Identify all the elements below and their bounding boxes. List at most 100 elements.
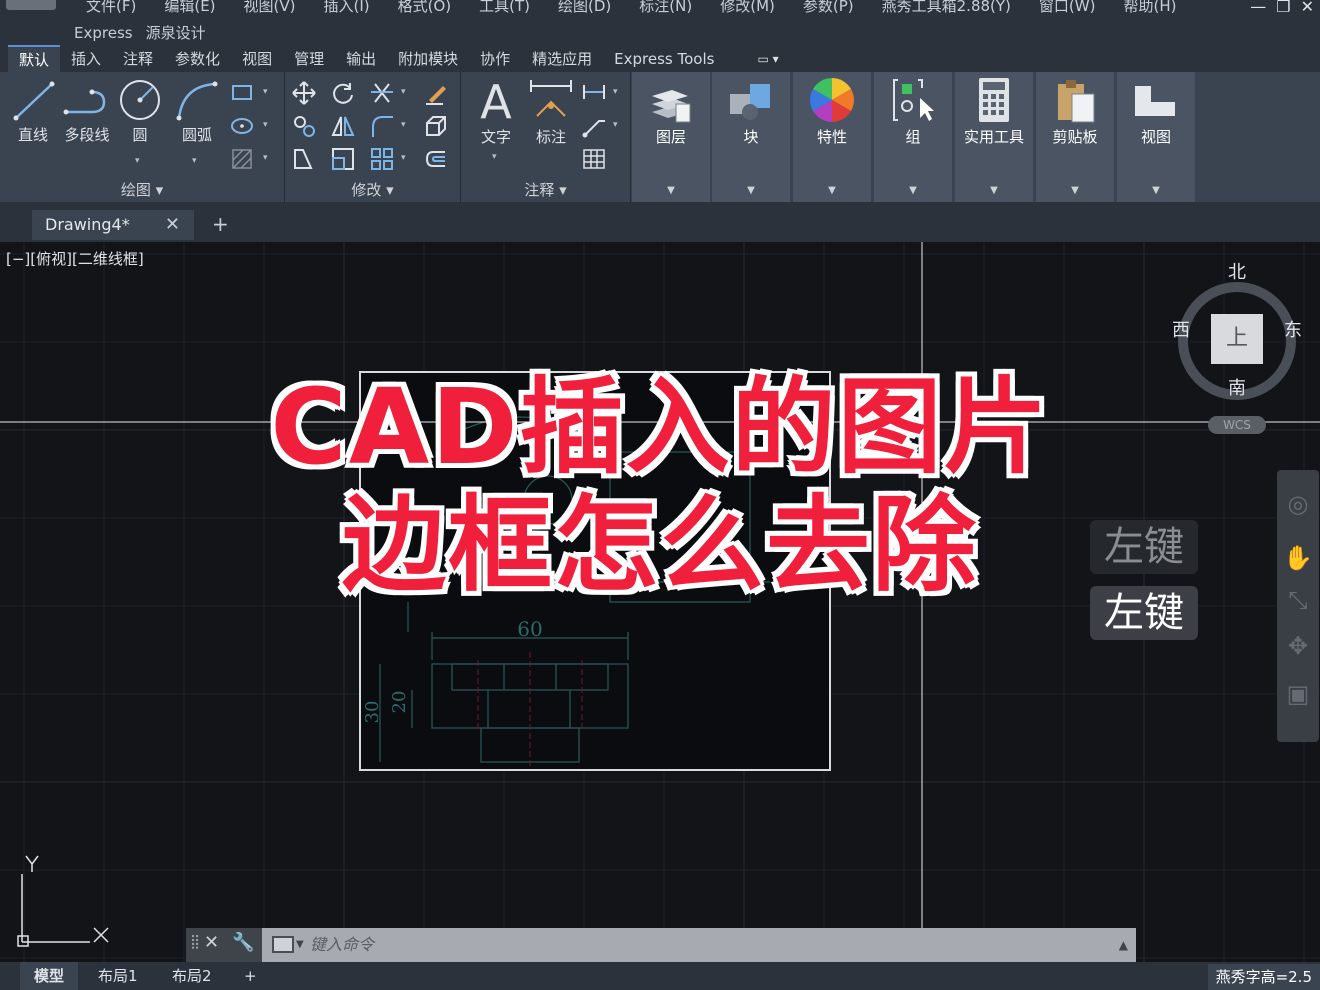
tab-output[interactable]: 输出 — [335, 46, 387, 72]
view-dropdown-icon[interactable]: ▼ — [1117, 185, 1195, 196]
menu-insert[interactable]: 插入(I) — [310, 0, 384, 16]
layers-panel[interactable]: 图层 ▼ — [632, 72, 710, 202]
compass-west[interactable]: 西 — [1172, 316, 1190, 342]
properties-panel[interactable]: 特性 ▼ — [793, 72, 871, 202]
compass-south[interactable]: 南 — [1228, 374, 1246, 400]
steering-wheel-icon[interactable]: ◎ — [1283, 490, 1313, 520]
array-tool[interactable] — [369, 146, 395, 172]
ribbon-toggle-icon[interactable]: ▭ ▾ — [757, 52, 778, 66]
circle-dropdown-icon[interactable]: ▾ — [135, 156, 140, 166]
linear-dim-dropdown-icon[interactable]: ▾ — [613, 87, 618, 97]
menu-file[interactable]: 文件(F) — [72, 0, 150, 16]
document-tab[interactable]: Drawing4* ✕ — [32, 210, 194, 240]
wrench-icon[interactable]: 🔧 — [232, 932, 254, 953]
minimize-icon[interactable]: — — [1250, 0, 1266, 16]
rotate-tool[interactable] — [330, 80, 356, 106]
menu-help[interactable]: 帮助(H) — [1109, 0, 1190, 16]
explode-tool[interactable] — [423, 113, 449, 139]
menu-dimension[interactable]: 标注(N) — [625, 0, 706, 16]
group-dropdown-icon[interactable]: ▼ — [874, 185, 952, 196]
menu-yanxiu-tools[interactable]: 燕秀工具箱2.88(Y) — [868, 0, 1025, 16]
orbit-icon[interactable]: ✥ — [1283, 632, 1313, 662]
tab-annotate[interactable]: 注释 — [112, 46, 164, 72]
layers-dropdown-icon[interactable]: ▼ — [632, 185, 710, 196]
stretch-tool[interactable] — [291, 146, 317, 172]
line-tool[interactable]: 直线 — [12, 78, 55, 145]
tab-default[interactable]: 默认 — [8, 45, 61, 73]
rectangle-dropdown-icon[interactable]: ▾ — [263, 87, 268, 97]
menu-window[interactable]: 窗口(W) — [1025, 0, 1110, 16]
command-history-icon[interactable]: ▲ — [1119, 928, 1128, 962]
arc-dropdown-icon[interactable]: ▾ — [192, 156, 197, 166]
wcs-menu[interactable]: WCS — [1208, 416, 1266, 434]
menu-format[interactable]: 格式(O) — [384, 0, 466, 16]
polyline-tool[interactable]: 多段线 — [60, 78, 114, 145]
copy-tool[interactable] — [291, 113, 317, 139]
ellipse-tool[interactable] — [230, 113, 256, 139]
scale-tool[interactable] — [330, 146, 356, 172]
tab-parametric[interactable]: 参数化 — [164, 46, 231, 72]
tab-featured-apps[interactable]: 精选应用 — [521, 46, 603, 72]
text-dropdown-icon[interactable]: ▾ — [492, 152, 497, 162]
command-close-icon[interactable]: ✕ — [204, 932, 219, 953]
modify-panel-title[interactable]: 修改 ▾ — [285, 179, 460, 200]
menu-parametric[interactable]: 参数(P) — [789, 0, 868, 16]
close-window-icon[interactable]: ✕ — [1301, 0, 1314, 16]
ellipse-dropdown-icon[interactable]: ▾ — [263, 120, 268, 130]
menu-tools[interactable]: 工具(T) — [465, 0, 544, 16]
fillet-tool[interactable] — [369, 113, 395, 139]
rectangle-tool[interactable] — [230, 80, 256, 106]
tab-manage[interactable]: 管理 — [283, 46, 335, 72]
circle-tool[interactable]: 圆 ▾ — [118, 78, 162, 166]
arc-tool[interactable]: 圆弧 ▾ — [172, 78, 222, 166]
trim-dropdown-icon[interactable]: ▾ — [401, 87, 406, 97]
group-panel[interactable]: 组 ▼ — [874, 72, 952, 202]
offset-tool[interactable] — [423, 146, 449, 172]
viewcube-top-face[interactable]: 上 — [1211, 314, 1263, 364]
erase-tool[interactable] — [423, 80, 449, 106]
compass-east[interactable]: 东 — [1284, 316, 1302, 342]
app-logo[interactable] — [6, 0, 56, 10]
menu-express[interactable]: Express — [72, 22, 144, 44]
compass-north[interactable]: 北 — [1228, 258, 1246, 284]
tab-addins[interactable]: 附加模块 — [387, 46, 469, 72]
new-tab-button[interactable]: + — [212, 212, 229, 236]
restore-icon[interactable]: ❐ — [1276, 0, 1290, 16]
leader-tool[interactable] — [581, 113, 607, 139]
leader-dropdown-icon[interactable]: ▾ — [613, 120, 618, 130]
close-tab-icon[interactable]: ✕ — [165, 210, 180, 240]
dimension-tool[interactable]: 标注 — [527, 76, 575, 147]
menu-yuanquan[interactable]: 源泉设计 — [144, 22, 217, 44]
utilities-dropdown-icon[interactable]: ▼ — [955, 185, 1033, 196]
menu-edit[interactable]: 编辑(E) — [150, 0, 229, 16]
menu-draw[interactable]: 绘图(D) — [544, 0, 625, 16]
hatch-tool[interactable] — [230, 146, 256, 172]
utilities-panel[interactable]: 实用工具 ▼ — [955, 72, 1033, 202]
grip-icon[interactable]: ⣿ — [190, 934, 200, 950]
showmotion-icon[interactable]: ▣ — [1283, 680, 1313, 710]
fillet-dropdown-icon[interactable]: ▾ — [401, 120, 406, 130]
move-tool[interactable] — [291, 80, 317, 106]
block-dropdown-icon[interactable]: ▼ — [712, 185, 790, 196]
table-tool[interactable] — [581, 146, 607, 172]
model-tab[interactable]: 模型 — [20, 962, 79, 990]
layout1-tab[interactable]: 布局1 — [84, 962, 152, 990]
menu-view[interactable]: 视图(V) — [230, 0, 310, 16]
viewport-label[interactable]: [−][俯视][二维线框] — [6, 248, 144, 269]
add-layout-button[interactable]: + — [230, 962, 271, 990]
viewcube[interactable]: 上 北 南 西 东 WCS — [1160, 256, 1320, 436]
mirror-tool[interactable] — [330, 113, 356, 139]
view-panel[interactable]: 视图 ▼ — [1117, 72, 1195, 202]
trim-tool[interactable] — [369, 80, 395, 106]
linear-dim-tool[interactable] — [581, 80, 607, 106]
tab-collaborate[interactable]: 协作 — [469, 46, 521, 72]
tab-express-tools[interactable]: Express Tools — [603, 46, 725, 72]
tab-insert[interactable]: 插入 — [60, 46, 112, 72]
command-input[interactable]: 键入命令 — [266, 928, 1136, 962]
zoom-extents-icon[interactable]: ⤡ — [1283, 586, 1313, 616]
hatch-dropdown-icon[interactable]: ▾ — [263, 153, 268, 163]
layout2-tab[interactable]: 布局2 — [158, 962, 226, 990]
pan-hand-icon[interactable]: ✋ — [1283, 544, 1313, 574]
array-dropdown-icon[interactable]: ▾ — [401, 153, 406, 163]
annotation-panel-title[interactable]: 注释 ▾ — [461, 179, 630, 200]
